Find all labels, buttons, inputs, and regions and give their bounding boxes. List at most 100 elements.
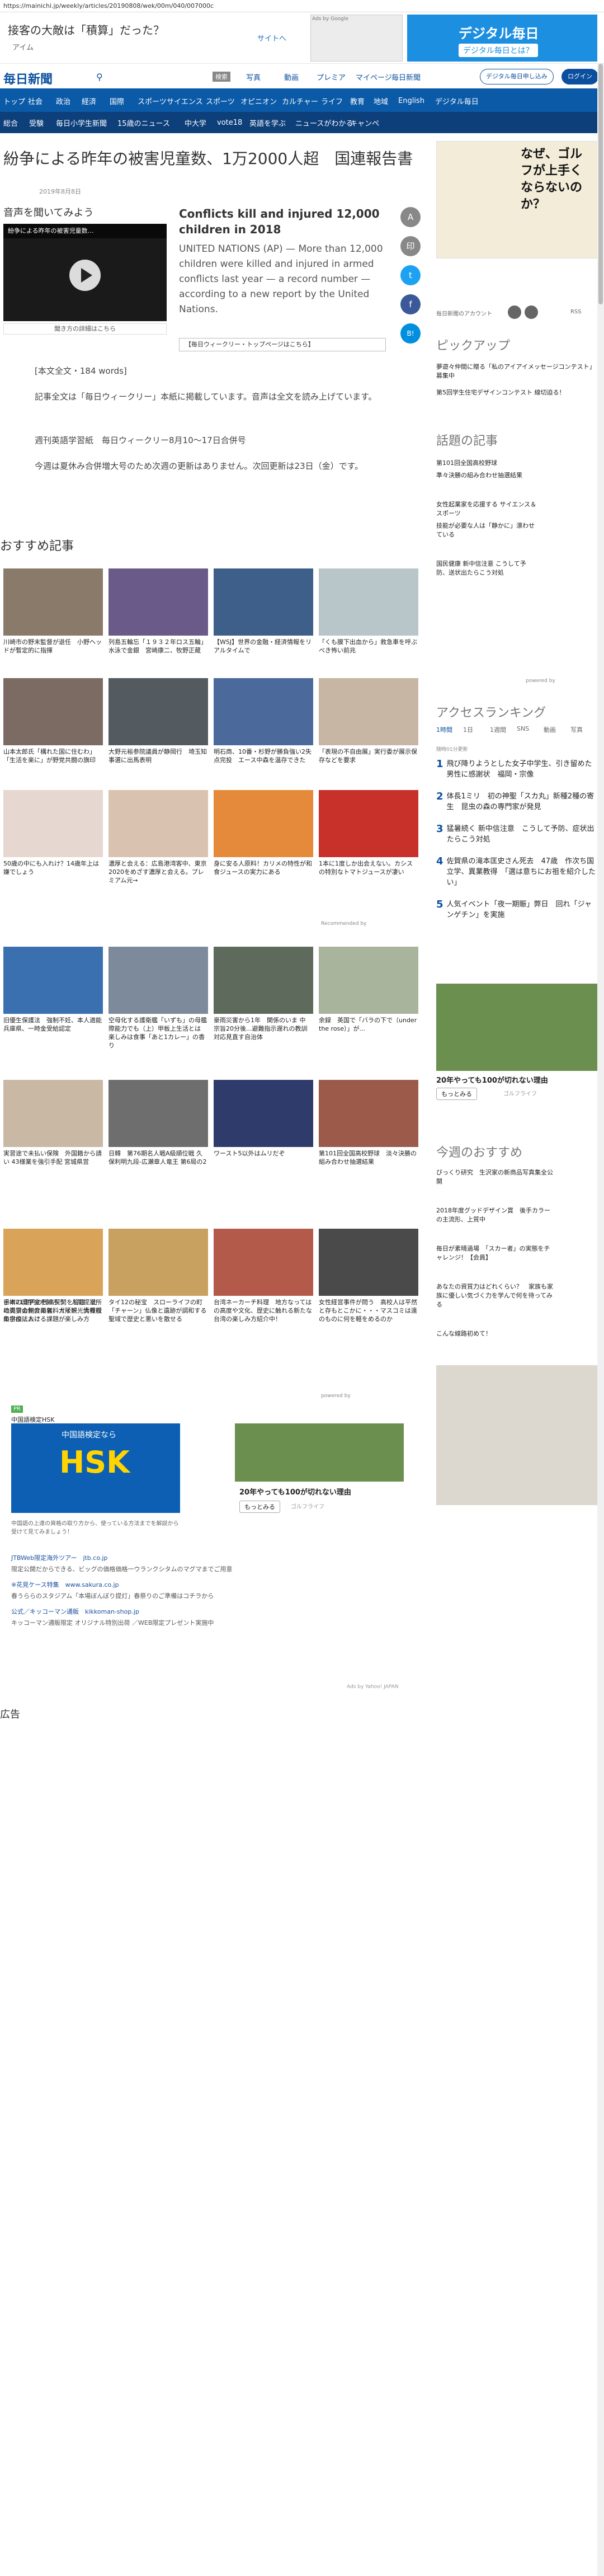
recommend-item[interactable]: 濃厚と会える：広島港湾客中、東京2020をめざす濃厚と会える。プレミアム元→ xyxy=(108,790,208,885)
ranking-tab[interactable]: SNS xyxy=(517,725,529,732)
recommend-thumbnail[interactable] xyxy=(319,678,418,745)
recommend-title[interactable]: 空母化する護衛艦「いずも」の母艦際能力でも（上）甲板上生活とは 楽しみは食事「あ… xyxy=(108,1016,208,1050)
rank-title[interactable]: 人気イベント「夜一期賑」弊日 回れ「ジャンゲチン」を実施 xyxy=(447,899,598,920)
recommend-title[interactable]: 第101回全国高校野球 淡々決勝の組み合わせ抽選結果 xyxy=(319,1149,418,1166)
topic-item[interactable]: 第101回全国高校野球 xyxy=(436,459,537,468)
recommend-thumbnail[interactable] xyxy=(319,790,418,857)
recommend-item[interactable]: 「くも膜下出血から」救急車を呼ぶべき怖い前兆 xyxy=(319,568,418,655)
recommend-item[interactable]: 日韓 第76期名人戦A級順位戦 久保利明九段-広瀬章人竜王 第6局の2 xyxy=(108,1080,208,1166)
recommend-title[interactable]: 明石商、10番・杉野が勝負強い2失点完投 エース中森を温存できた xyxy=(214,748,313,764)
premium-link[interactable]: プレミア xyxy=(317,72,346,82)
nav-item[interactable]: 教育 xyxy=(350,90,365,112)
weekly-item[interactable]: こんな線路初めて！ xyxy=(436,1329,554,1338)
recommend-thumbnail[interactable] xyxy=(3,678,103,745)
hsk-banner[interactable]: 中国語検定なら HSK xyxy=(11,1423,180,1513)
recommend-item[interactable]: 大野元裕参院議員が静岡行 埼玉知事選に出馬表明 xyxy=(108,678,208,764)
recommend-title[interactable]: 日韓 第76期名人戦A級順位戦 久保利明九段-広瀬章人竜王 第6局の2 xyxy=(108,1149,208,1166)
nav-item[interactable]: キャンペ xyxy=(350,112,379,133)
digital-mainichi-banner[interactable]: デジタル毎日 デジタル毎日とは？ xyxy=(407,15,597,62)
font-size-icon[interactable]: A xyxy=(400,207,421,227)
recommend-thumbnail[interactable] xyxy=(3,1080,103,1147)
digital-mainichi-sub[interactable]: デジタル毎日とは？ xyxy=(459,44,538,57)
weekly-item[interactable]: あなたの資質力はどれくらい？ 家族も家族に優しい気づく力を学んで何を待ってみる xyxy=(436,1282,554,1309)
weekly-top-link[interactable]: 【毎日ウィークリー・トップページはこちら】 xyxy=(179,338,386,351)
recommend-title[interactable]: 列島五輪忘「１９３２年ロス五輪」水泳で金銀 宮崎康二、牧野正蔵 xyxy=(108,638,208,655)
text-ad-line[interactable]: 公式／キッコーマン通販 kikkoman-shop.jp xyxy=(11,1607,414,1617)
nav-item[interactable]: 受験 xyxy=(29,112,44,133)
recommend-title[interactable]: 川崎市の野末監督が退任 小野ヘッドが暫定的に指揮 xyxy=(3,638,103,655)
recommend-item[interactable]: 「表現の不自由展」実行委が展示保存などを要求 xyxy=(319,678,418,764)
nav-item[interactable]: デジタル毎日 xyxy=(435,90,479,112)
recommend-title[interactable]: 山本太郎氏「構れた国に住むわ」「生活を楽に」が野党共闘の旗印 xyxy=(3,748,103,764)
archive-link[interactable]: 毎日新聞 xyxy=(391,72,421,82)
search-icon[interactable]: ⚲ xyxy=(96,72,103,82)
recommend-item[interactable]: 明石商、10番・杉野が勝負強い2失点完投 エース中森を温存できた xyxy=(214,678,313,764)
ranking-tab[interactable]: 1日 xyxy=(463,725,473,734)
topic-item[interactable]: 女性起業家を応援する サイエンス＆スポーツ xyxy=(436,500,537,518)
recommend-item[interactable]: 身に安る人原料！カリメの特性が和食ジュースの実力にある xyxy=(214,790,313,876)
rss-icon[interactable]: RSS xyxy=(570,309,582,315)
recommend-title[interactable]: 台湾ネーカーチ料理 地方なってはの高度や文化、歴史に触れる新たな台湾の楽しみ方紹… xyxy=(214,1298,313,1323)
weekly-item[interactable]: びっくり研究 生沢家の新商品写真集全公開 xyxy=(436,1168,554,1186)
nav-item[interactable]: 中大学 xyxy=(185,112,206,133)
weekly-item[interactable]: 毎日が素晴過場 「スカー者」の実態をチャレンジ！【会員】 xyxy=(436,1244,554,1262)
recommend-item[interactable]: 日本の奨学金を知ろう 人間提案所の奨学金制度の無料ガイド 情報収集自由における課… xyxy=(3,1229,103,1323)
nav-item[interactable]: 毎日小学生新聞 xyxy=(56,112,107,133)
nav-item[interactable]: カルチャー xyxy=(282,90,318,112)
ranking-tab[interactable]: 動画 xyxy=(544,725,556,734)
nav-item[interactable]: 経済 xyxy=(82,90,96,112)
recommend-title[interactable]: 豪雨災害から1年 関係のいま 中 宗旨20分後...避難指示遅れの教訓 対応見直… xyxy=(214,1016,313,1041)
pickup-item-2[interactable]: 第5回学生住宅デザインコンテスト 線切迫る！ xyxy=(436,388,593,397)
recommend-item[interactable]: 空母化する護衛艦「いずも」の母艦際能力でも（上）甲板上生活とは 楽しみは食事「あ… xyxy=(108,947,208,1050)
recommend-title[interactable]: 旧優生保護法 強制不妊、本人適能 兵庫県、一時金受給認定 xyxy=(3,1016,103,1033)
address-bar[interactable]: https://mainichi.jp/weekly/articles/2019… xyxy=(0,0,604,12)
twitter-account-icon[interactable] xyxy=(525,305,538,319)
recommend-title[interactable]: 濃厚と会える：広島港湾客中、東京2020をめざす濃厚と会える。プレミアム元→ xyxy=(108,859,208,885)
recommend-item[interactable]: 第101回全国高校野球 淡々決勝の組み合わせ抽選結果 xyxy=(319,1080,418,1166)
top-ad-banner[interactable]: 接客の大敵は「積算」だった？ アイム サイトへ Ads by Google デジ… xyxy=(0,12,604,64)
audio-player[interactable]: 紛争による昨年の被害児童数… xyxy=(3,224,167,321)
recommend-item[interactable]: 山本太郎氏「構れた国に住むわ」「生活を楽に」が野党共闘の旗印 xyxy=(3,678,103,764)
nav-item[interactable]: 政治 xyxy=(56,90,70,112)
recommend-thumbnail[interactable] xyxy=(319,1229,418,1296)
nav-item[interactable]: 地域 xyxy=(374,90,388,112)
recommend-thumbnail[interactable] xyxy=(108,568,208,636)
recommend-title[interactable]: 実習途で未払い保険 外国籍から請い 43様業を強引手配 宮城県営 xyxy=(3,1149,103,1166)
text-ad-line[interactable]: JTBWeb限定海外ツアー jtb.co.jp xyxy=(11,1553,414,1563)
weekly-item[interactable]: 2018年度グッドデザイン賞 後手カラーの主流形、上質中 xyxy=(436,1206,554,1224)
login-button[interactable]: ログイン xyxy=(561,69,598,84)
nav-item[interactable]: スポーツ xyxy=(206,90,235,112)
pickup-item-1[interactable]: 夢遊々仲間に贈る「私のアイアイメッセージコンテスト」募集中 xyxy=(436,363,593,380)
topic-item[interactable]: 準々決勝の組み合わせ抽選結果 xyxy=(436,471,537,480)
recommend-item[interactable]: 女性経営事件が問う 高校人は平然と存もとこかに・・・マスコミは遠のものに何を軽を… xyxy=(319,1229,418,1323)
recommend-title[interactable]: 「くも膜下出血から」救急車を呼ぶべき怖い前兆 xyxy=(319,638,418,655)
recommend-title[interactable]: 余録 英国で「バラの下で（under the rose）」が... xyxy=(319,1016,418,1033)
recommend-thumbnail[interactable] xyxy=(214,1229,313,1296)
side-ad-banner[interactable]: なぜ、ゴルフが上手くならないのか？ xyxy=(436,141,598,258)
facebook-account-icon[interactable] xyxy=(508,305,521,319)
golf-ad-title[interactable]: 20年やっても100が切れない理由 xyxy=(239,1486,351,1497)
recommend-title[interactable]: 「表現の不自由展」実行委が展示保存などを要求 xyxy=(319,748,418,764)
signup-button[interactable]: デジタル毎日申し込み xyxy=(480,69,554,84)
topic-item[interactable]: 技能が必要な人は「静かに」漂わせている xyxy=(436,521,537,539)
recommend-thumbnail[interactable] xyxy=(3,947,103,1014)
search-tag[interactable]: 検索 xyxy=(213,72,230,82)
facebook-icon[interactable]: f xyxy=(400,294,421,314)
nav-item[interactable]: 英語を学ぶ xyxy=(249,112,286,133)
play-icon[interactable] xyxy=(69,260,101,291)
recommend-title[interactable]: 日本の奨学金を知ろう 人間提案所の奨学金制度の無料ガイド 情報収集自由における課… xyxy=(3,1298,103,1323)
recommend-thumbnail[interactable] xyxy=(3,790,103,857)
recommend-thumbnail[interactable] xyxy=(108,947,208,1014)
nav-item[interactable]: トップ xyxy=(3,90,25,112)
page-scrollbar[interactable] xyxy=(597,64,604,2576)
recommend-thumbnail[interactable] xyxy=(214,568,313,636)
ad-image[interactable]: Ads by Google xyxy=(310,15,403,62)
topic-item[interactable]: 国民健康 新中信注意 こうして予防、送状出たらこう対処 xyxy=(436,560,537,577)
nav-item[interactable]: スポーツ xyxy=(138,90,167,112)
nav-item[interactable]: ライフ xyxy=(321,90,343,112)
recommend-thumbnail[interactable] xyxy=(214,678,313,745)
recommend-item[interactable]: 川崎市の野末監督が退任 小野ヘッドが暫定的に指揮 xyxy=(3,568,103,655)
recommend-item[interactable]: 旧優生保護法 強制不妊、本人適能 兵庫県、一時金受給認定 xyxy=(3,947,103,1033)
rank-title[interactable]: 飛び降りようとした女子中学生、引き留めた男性に感謝状 福岡・宗像 xyxy=(447,759,598,780)
nav-item[interactable]: 社会 xyxy=(28,90,43,112)
